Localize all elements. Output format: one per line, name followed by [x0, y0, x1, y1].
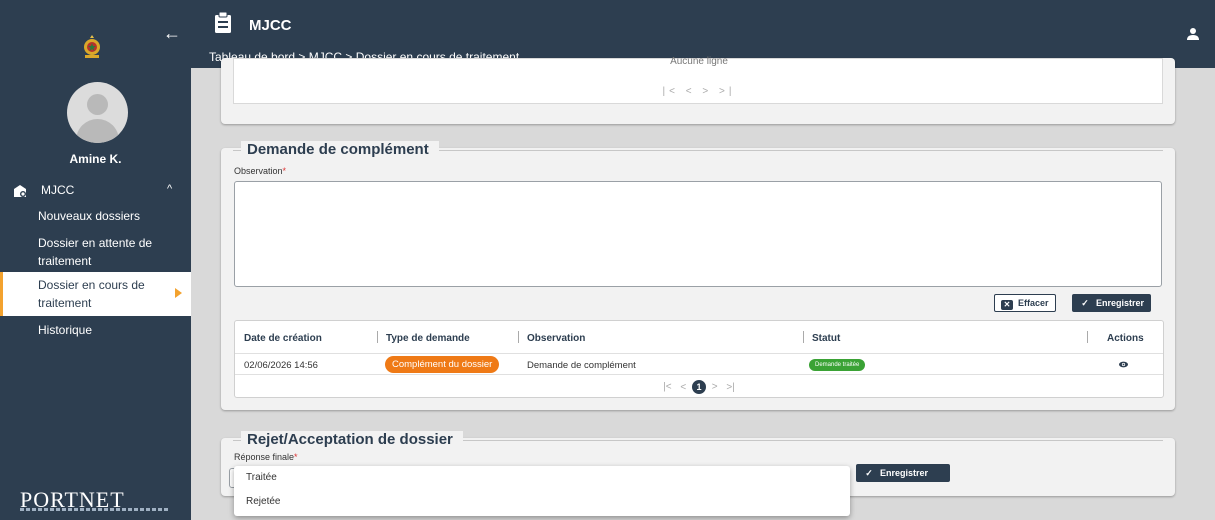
save-button[interactable]: ✓ Enregistrer [1072, 294, 1152, 312]
caret-right-icon [175, 288, 182, 298]
empty-table-text: Aucune ligne [670, 56, 728, 67]
observation-textarea[interactable] [234, 181, 1162, 287]
cell-date: 02/06/2026 14:56 [244, 360, 318, 371]
section-title: Rejet/Acceptation de dossier [241, 431, 463, 448]
backspace-icon: ✕ [1001, 300, 1013, 310]
section-title: Demande de complément [241, 141, 439, 158]
sidebar-item-dossier-en-cours[interactable]: Dossier en cours de traitement [0, 272, 191, 316]
column-header: Date de création [244, 333, 322, 344]
complement-table: Date de création Type de demande Observa… [234, 320, 1164, 398]
first-page-button[interactable]: |< [663, 382, 671, 393]
observation-label: Observation* [234, 166, 287, 176]
user-name: Amine K. [69, 152, 122, 166]
collapse-sidebar-button[interactable]: ← [163, 24, 181, 42]
arrow-left-icon: ← [163, 23, 181, 43]
app-title: MJCC [249, 17, 292, 34]
table-row: 02/06/2026 14:56 Complément du dossier D… [235, 353, 1163, 375]
clipboard-icon [215, 12, 231, 33]
last-page-button[interactable]: >| [726, 382, 734, 393]
option-traitee[interactable]: Traitée [246, 472, 277, 483]
decision-save-button[interactable]: ✓ Enregistrer [856, 464, 950, 482]
emblem-icon [84, 35, 100, 58]
sidebar-item-dossier-en-attente[interactable]: Dossier en attente de traitement [38, 234, 168, 270]
status-badge: Demande traitée [809, 359, 866, 371]
sidebar-item-nouveaux-dossiers[interactable]: Nouveaux dossiers [38, 207, 188, 225]
column-header: Type de demande [386, 333, 470, 344]
column-header: Statut [812, 333, 841, 344]
main-content: Aucune ligne |< < > >| Demande de complé… [191, 56, 1215, 520]
type-badge: Complément du dossier [385, 356, 500, 373]
chevron-up-icon: ^ [167, 183, 173, 195]
table-pager: |< < 1 > >| [235, 380, 1163, 394]
option-rejetee[interactable]: Rejetée [246, 496, 280, 507]
final-response-dropdown: Traitée Rejetée [234, 466, 850, 516]
check-icon: ✓ [865, 468, 873, 478]
user-account-icon[interactable] [1187, 27, 1199, 41]
check-icon: ✓ [1081, 298, 1089, 308]
sidebar-group-label: MJCC [41, 183, 75, 197]
folder-gear-icon [14, 185, 26, 197]
prev-page-button[interactable]: < [680, 382, 686, 393]
avatar [67, 82, 128, 143]
clear-button[interactable]: ✕ Effacer [994, 294, 1056, 312]
eye-icon[interactable] [1119, 360, 1128, 369]
sidebar: ← Amine K. MJCC ^ Nouveaux dossiers Doss… [0, 0, 191, 520]
column-header: Observation [527, 333, 586, 344]
sidebar-item-historique[interactable]: Historique [38, 321, 188, 339]
cell-observation: Demande de complément [527, 360, 636, 371]
sidebar-group-mjcc[interactable]: MJCC ^ [13, 183, 178, 199]
sidebar-item-label: Dossier en cours de traitement [38, 278, 145, 310]
empty-table: Aucune ligne |< < > >| [233, 56, 1164, 104]
logo-tagline [20, 508, 170, 511]
table-pager[interactable]: |< < > >| [234, 86, 1164, 97]
final-response-label: Réponse finale* [234, 452, 298, 462]
previous-section-card: Aucune ligne |< < > >| [221, 56, 1175, 124]
complement-request-card: Demande de complément Observation* ✕ Effa… [221, 141, 1175, 410]
page-button-current[interactable]: 1 [692, 380, 706, 394]
next-page-button[interactable]: > [712, 382, 718, 393]
column-header: Actions [1107, 333, 1144, 344]
